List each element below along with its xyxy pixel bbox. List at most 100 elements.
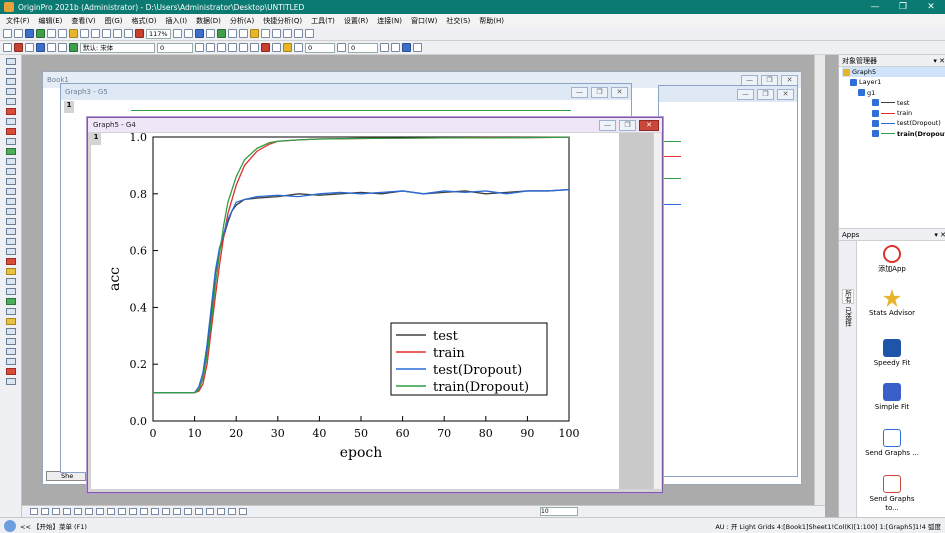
app-speedy-fit[interactable]: Speedy Fit (863, 339, 921, 368)
menu-window[interactable]: 窗口(W) (411, 16, 437, 26)
data-reader-icon[interactable] (205, 29, 215, 38)
app-simple-fit[interactable]: Simple Fit (863, 383, 921, 412)
menu-data[interactable]: 数据(D) (196, 16, 221, 26)
line-color-icon[interactable] (272, 43, 281, 52)
open-icon[interactable] (69, 29, 78, 38)
extract-icon[interactable] (5, 318, 16, 325)
menu-help[interactable]: 帮助(H) (479, 16, 504, 26)
script-window-icon[interactable] (271, 29, 281, 38)
menu-tools[interactable]: 工具(T) (311, 16, 335, 26)
legend[interactable]: test train test(Dropout) train(Dropout) (390, 322, 548, 396)
insert-graph-icon[interactable] (5, 278, 16, 285)
restore-button[interactable]: ❐ (889, 2, 917, 12)
graph-window-back[interactable]: — ❐ ✕ (658, 85, 798, 477)
app-send-graphs-word[interactable]: Send Graphs ... (863, 429, 921, 458)
polygon-tool-icon[interactable] (5, 218, 16, 225)
line-width-select[interactable]: 0 (305, 42, 335, 53)
region-draw-tool-icon[interactable] (5, 228, 16, 235)
arrow-tool-icon[interactable] (5, 168, 16, 175)
insert-table-icon[interactable] (5, 248, 16, 255)
color-tool-icon[interactable] (5, 258, 16, 265)
code-builder-icon[interactable] (260, 29, 270, 38)
screen-reader-icon[interactable] (216, 29, 226, 38)
screen-reader-tool-icon[interactable] (5, 98, 16, 105)
graph5-scrollbar[interactable] (653, 133, 661, 489)
legend-icon[interactable] (47, 43, 56, 52)
book1-close-button[interactable]: ✕ (781, 74, 798, 86)
duplicate-icon[interactable] (135, 29, 144, 38)
line-tool-icon[interactable] (5, 188, 16, 195)
bottom-value-field[interactable]: 10 (540, 507, 578, 516)
results-log-icon[interactable] (282, 29, 292, 38)
pie-plot-icon[interactable] (96, 508, 104, 515)
new-project-icon[interactable] (3, 29, 12, 38)
tree-item-train[interactable]: train (842, 108, 945, 118)
line-plot-icon[interactable] (30, 508, 38, 515)
underline-icon[interactable] (217, 43, 226, 52)
back-close-button[interactable]: ✕ (777, 88, 794, 100)
statistics-icon[interactable] (217, 508, 225, 515)
data-reader-tool-icon[interactable] (5, 108, 16, 115)
app-stats-advisor[interactable]: Stats Advisor (863, 289, 921, 318)
new-function-icon[interactable] (58, 29, 67, 38)
tree-item-train-dropout[interactable]: train(Dropout) (842, 129, 945, 139)
greek-icon[interactable] (250, 43, 259, 52)
back-icon[interactable] (413, 43, 422, 52)
menu-connect[interactable]: 连接(N) (377, 16, 402, 26)
layer-manager-icon[interactable] (5, 308, 16, 315)
freehand-tool-icon[interactable] (5, 238, 16, 245)
insert-equation-icon[interactable] (5, 288, 16, 295)
new-workbook-icon[interactable] (25, 29, 34, 38)
menu-format[interactable]: 格式(O) (132, 16, 157, 26)
bar-plot-icon[interactable] (74, 508, 82, 515)
region-icon[interactable] (238, 29, 248, 38)
app-add[interactable]: 添加App (863, 245, 921, 274)
book1-restore-button[interactable]: ❐ (761, 74, 778, 86)
color-scale-icon[interactable] (69, 43, 78, 52)
font-name-select[interactable]: 默认: 宋体 (80, 42, 155, 53)
add-layer-icon[interactable] (14, 43, 23, 52)
curved-arrow-tool-icon[interactable] (5, 178, 16, 185)
symbol-icon[interactable] (337, 43, 346, 52)
zoom-out-icon[interactable] (183, 29, 193, 38)
vector-icon[interactable] (195, 508, 203, 515)
graph3-close-button[interactable]: ✕ (611, 86, 628, 98)
save-template-icon[interactable] (91, 29, 100, 38)
font-size-select[interactable]: 0 (157, 42, 193, 53)
save-icon[interactable] (80, 29, 89, 38)
group-icon[interactable] (391, 43, 400, 52)
data-selector-tool-icon[interactable] (5, 118, 16, 125)
ternary-icon[interactable] (173, 508, 181, 515)
scale-bar-icon[interactable] (5, 358, 16, 365)
fill-color-icon[interactable] (283, 43, 292, 52)
symbol-size-select[interactable]: 0 (348, 42, 378, 53)
legend-tool-icon[interactable] (5, 328, 16, 335)
merge-icon[interactable] (25, 43, 34, 52)
draw-data-tool-icon[interactable] (5, 128, 16, 135)
mask-tool-icon[interactable] (5, 148, 16, 155)
column-plot-icon[interactable] (63, 508, 71, 515)
back-minimize-button[interactable]: — (737, 88, 754, 100)
zoom-select[interactable]: 117% (146, 28, 171, 39)
menu-file[interactable]: 文件(F) (6, 16, 30, 26)
date-time-icon[interactable] (5, 378, 16, 385)
graph5-restore-button[interactable]: ❐ (619, 119, 636, 131)
new-folder-icon[interactable] (14, 29, 23, 38)
pointer-tool-icon[interactable] (5, 58, 16, 65)
graph3-restore-button[interactable]: ❐ (591, 86, 608, 98)
bubble-scale-icon[interactable] (5, 348, 16, 355)
new-matrix-icon[interactable] (47, 29, 56, 38)
graph5-window[interactable]: Graph5 - G4 — ❐ ✕ 1 0 10 20 30 40 50 60 70 80 90 1… (87, 117, 663, 493)
specialized-icon[interactable] (228, 508, 236, 515)
subscript-icon[interactable] (239, 43, 248, 52)
scatter-plot-icon[interactable] (41, 508, 49, 515)
close-button[interactable]: ✕ (917, 2, 945, 12)
start-icon[interactable] (4, 519, 16, 532)
annotation-icon[interactable] (5, 368, 16, 375)
line-style-icon[interactable] (294, 43, 303, 52)
scroll-tool-icon[interactable] (5, 88, 16, 95)
template-icon[interactable] (151, 508, 159, 515)
box-plot-icon[interactable] (107, 508, 115, 515)
book1-minimize-button[interactable]: — (741, 74, 758, 86)
menu-edit[interactable]: 编辑(E) (39, 16, 63, 26)
